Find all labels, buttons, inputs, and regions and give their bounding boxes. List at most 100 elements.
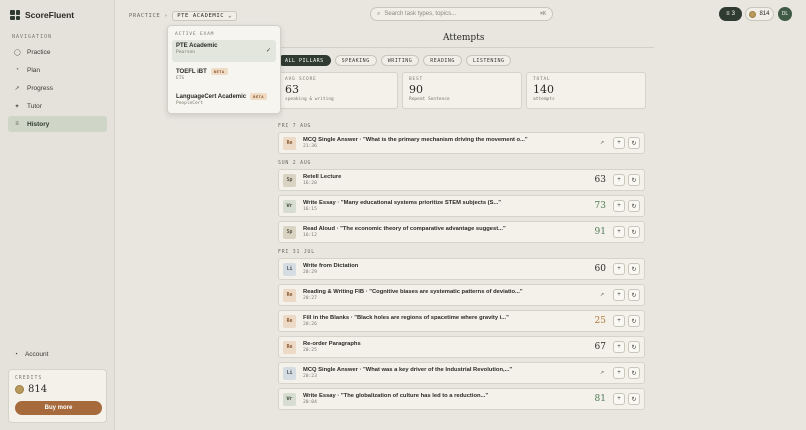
retry-button[interactable]: ↻ <box>628 137 640 149</box>
pillar-code-badge: Wr <box>283 199 296 213</box>
retry-button[interactable]: ↻ <box>628 174 640 186</box>
pillar-tabs: ALL PILLARS SPEAKING WRITING READING LISTENI… <box>278 55 512 66</box>
tab-speaking[interactable]: SPEAKING <box>334 55 377 66</box>
row-text: MCQ Single Answer · "What was a key driv… <box>303 367 598 379</box>
sidebar: ScoreFluent NAVIGATION ◯ Practice ◔ Plan ↗ Pr… <box>0 0 115 430</box>
breadcrumb: PRACTICE › PTE ACADEMIC ⌄ <box>129 11 237 21</box>
row-text: Read Aloud · "The economic theory of com… <box>303 226 592 238</box>
stat-value: 63 <box>285 83 299 96</box>
dropdown-heading: ACTIVE EXAM <box>175 32 215 37</box>
row-time: 16:12 <box>303 233 317 238</box>
stat-card: BEST 90 Repeat Sentence <box>402 72 522 109</box>
sidebar-item-label: Practice <box>27 48 51 56</box>
add-button[interactable]: + <box>613 289 625 301</box>
add-button[interactable]: + <box>613 200 625 212</box>
add-button[interactable]: + <box>613 263 625 275</box>
retry-button[interactable]: ↻ <box>628 289 640 301</box>
sidebar-item-progress[interactable]: ↗ Progress <box>8 80 107 96</box>
exam-selector-label: PTE ACADEMIC <box>177 13 225 19</box>
retry-button[interactable]: ↻ <box>628 226 640 238</box>
check-icon: ✓ <box>265 48 271 54</box>
exam-option-name: TOEFL iBT BETA <box>176 68 272 75</box>
stat-sub: Repeat Sentence <box>409 97 450 102</box>
stat-card: TOTAL 140 attempts <box>526 72 646 109</box>
table-row[interactable]: Li MCQ Single Answer · "What was a key dr… <box>278 362 645 384</box>
row-title: MCQ Single Answer · "What was a key driv… <box>303 367 513 373</box>
add-button[interactable]: + <box>613 174 625 186</box>
retry-button[interactable]: ↻ <box>628 393 640 405</box>
table-row[interactable]: Sp Read Aloud · "The economic theory of c… <box>278 221 645 243</box>
table-row[interactable]: Li Write from Dictation 20:29 60 + ↻ <box>278 258 645 280</box>
topbar: PRACTICE › PTE ACADEMIC ⌄ ⌕ Search task … <box>115 0 806 28</box>
sidebar-item-account[interactable]: ◔ Account <box>14 351 48 358</box>
credits-card: CREDITS 814 Buy more <box>8 369 107 423</box>
exam-option[interactable]: TOEFL iBT BETA ETS <box>172 65 276 87</box>
exam-dropdown: ACTIVE EXAM PTE Academic Pearson ✓ TOEFL iB… <box>167 25 281 114</box>
add-button[interactable]: + <box>613 137 625 149</box>
add-button[interactable]: + <box>613 341 625 353</box>
history-icon: ≡ <box>15 121 19 127</box>
tab-listening[interactable]: LISTENING <box>465 55 512 66</box>
sidebar-item-label: History <box>27 120 50 128</box>
table-row[interactable]: Wr Write Essay · "Many educational system… <box>278 195 645 217</box>
stat-label: BEST <box>409 77 424 82</box>
sidebar-item-label: Tutor <box>27 102 42 110</box>
streak-badge[interactable]: ≡ 3 <box>719 7 742 21</box>
exam-selector[interactable]: PTE ACADEMIC ⌄ <box>172 11 237 21</box>
exam-option[interactable]: PTE Academic Pearson ✓ <box>172 40 276 62</box>
row-title: Fill in the Blanks · "Black holes are re… <box>303 315 509 321</box>
sidebar-item-history[interactable]: ≡ History <box>8 116 107 132</box>
avatar[interactable]: DL <box>778 7 792 21</box>
add-button[interactable]: + <box>613 315 625 327</box>
add-button[interactable]: + <box>613 226 625 238</box>
breadcrumb-root[interactable]: PRACTICE <box>129 13 160 19</box>
page-title: Attempts <box>443 33 485 43</box>
table-row[interactable]: Re Fill in the Blanks · "Black holes are … <box>278 310 645 332</box>
sidebar-item-tutor[interactable]: ✦ Tutor <box>8 98 107 114</box>
coins-count: 814 <box>759 11 770 17</box>
exam-option[interactable]: LanguageCert Academic BETA PeopleCert <box>172 90 276 112</box>
search-input[interactable]: ⌕ Search task types, topics... ⌘K <box>370 7 553 21</box>
pillar-code-badge: Li <box>283 262 296 276</box>
retry-button[interactable]: ↻ <box>628 341 640 353</box>
row-time: 20:23 <box>303 374 317 379</box>
stats-row: AVG SCORE 63 speaking & writing BEST 90 Repea… <box>278 72 646 109</box>
table-row[interactable]: Re MCQ Single Answer · "What is the prima… <box>278 132 645 154</box>
stat-label: AVG SCORE <box>285 77 317 82</box>
sidebar-item-practice[interactable]: ◯ Practice <box>8 44 107 60</box>
trend-icon: ↗ <box>599 292 605 298</box>
sidebar-item-plan[interactable]: ◔ Plan <box>8 62 107 78</box>
row-time: 20:26 <box>303 322 317 327</box>
trend-icon: ↗ <box>599 370 605 376</box>
row-title: Write Essay · "Many educational systems … <box>303 200 502 206</box>
tab-reading[interactable]: READING <box>423 55 462 66</box>
coins-badge[interactable]: 814 <box>745 7 774 21</box>
retry-button[interactable]: ↻ <box>628 315 640 327</box>
stat-value: 90 <box>409 83 423 96</box>
pillar-code-badge: Re <box>283 314 296 328</box>
add-button[interactable]: + <box>613 393 625 405</box>
brand[interactable]: ScoreFluent <box>10 10 74 20</box>
divider <box>278 47 654 48</box>
row-score: 73 <box>594 201 606 211</box>
retry-button[interactable]: ↻ <box>628 200 640 212</box>
table-row[interactable]: Wr Write Essay · "The globalization of cu… <box>278 388 645 410</box>
day-label: SUN 2 AUG <box>278 161 312 166</box>
row-score: 63 <box>594 175 606 185</box>
retry-button[interactable]: ↻ <box>628 367 640 379</box>
nav-heading: NAVIGATION <box>12 34 53 40</box>
retry-button[interactable]: ↻ <box>628 263 640 275</box>
row-time: 21:36 <box>303 144 317 149</box>
table-row[interactable]: Sp Retell Lecture 16:20 63 + ↻ <box>278 169 645 191</box>
table-row[interactable]: Re Re-order Paragraphs 20:25 67 + ↻ <box>278 336 645 358</box>
row-title: MCQ Single Answer · "What is the primary… <box>303 137 528 143</box>
add-button[interactable]: + <box>613 367 625 379</box>
exam-option-name: PTE Academic <box>176 43 272 49</box>
tab-all-pillars[interactable]: ALL PILLARS <box>278 55 331 66</box>
search-placeholder: Search task types, topics... <box>384 11 457 17</box>
row-score: 60 <box>594 264 606 274</box>
table-row[interactable]: Re Reading & Writing FIB · "Cognitive bia… <box>278 284 645 306</box>
tab-writing[interactable]: WRITING <box>380 55 420 66</box>
buy-more-button[interactable]: Buy more <box>15 401 102 415</box>
sidebar-nav: ◯ Practice ◔ Plan ↗ Progress ✦ Tutor ≡ History <box>8 44 107 134</box>
